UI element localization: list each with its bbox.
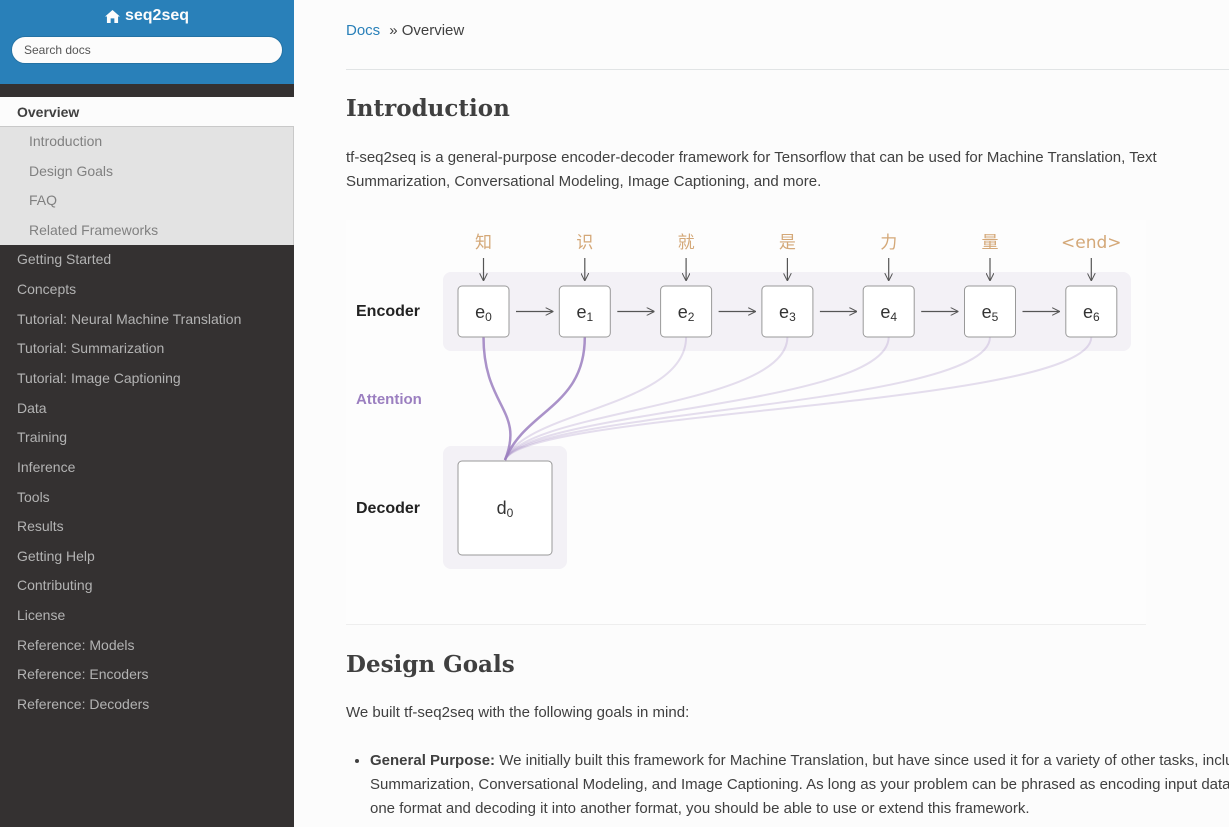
encoder-state-letter: e xyxy=(779,302,789,322)
encoder-state-subscript: 5 xyxy=(992,310,999,324)
encoder-state-subscript: 6 xyxy=(1093,310,1100,324)
input-token: <end> xyxy=(1061,233,1122,253)
sidebar: seq2seq Overview Introduction Design Goa… xyxy=(0,0,294,827)
home-icon xyxy=(105,9,120,23)
input-token: 力 xyxy=(880,233,897,253)
encoder-state-subscript: 1 xyxy=(586,310,593,324)
brand-link[interactable]: seq2seq xyxy=(105,6,189,26)
sidebar-item-license[interactable]: License xyxy=(0,601,294,631)
sidebar-item-overview[interactable]: Overview xyxy=(0,97,294,127)
header-divider xyxy=(346,69,1229,70)
sidebar-item-reference-encoders[interactable]: Reference: Encoders xyxy=(0,660,294,690)
sidebar-subitem-design-goals[interactable]: Design Goals xyxy=(0,157,293,187)
sidebar-item-tools[interactable]: Tools xyxy=(0,483,294,513)
sidebar-item-tutorial-image-captioning[interactable]: Tutorial: Image Captioning xyxy=(0,364,294,394)
encoder-state-letter: e xyxy=(1083,302,1093,322)
sidebar-subitem-related-frameworks[interactable]: Related Frameworks xyxy=(0,216,293,246)
main-content: Docs » Overview Introduction tf-seq2seq i… xyxy=(294,0,1229,827)
breadcrumb: Docs » Overview xyxy=(346,22,464,39)
sidebar-item-getting-help[interactable]: Getting Help xyxy=(0,542,294,572)
design-goals-heading: Design Goals xyxy=(346,651,515,678)
input-token: 量 xyxy=(982,233,999,253)
goal-text: We initially built this framework for Ma… xyxy=(370,752,1229,817)
attention-line xyxy=(482,336,512,461)
design-goals-list: General Purpose: We initially built this… xyxy=(346,749,1229,821)
decoder-label: Decoder xyxy=(356,500,420,517)
attention-line xyxy=(504,336,890,461)
encoder-state-subscript: 0 xyxy=(485,310,492,324)
encoder-state-subscript: 2 xyxy=(688,310,695,324)
sidebar-item-training[interactable]: Training xyxy=(0,423,294,453)
sidebar-item-reference-decoders[interactable]: Reference: Decoders xyxy=(0,690,294,720)
decoder-state-subscript: 0 xyxy=(507,506,514,520)
sidebar-main-list: Getting Started Concepts Tutorial: Neura… xyxy=(0,245,294,719)
sidebar-item-tutorial-summarization[interactable]: Tutorial: Summarization xyxy=(0,334,294,364)
input-token: 知 xyxy=(475,233,492,253)
input-token: 就 xyxy=(678,233,695,253)
sidebar-item-inference[interactable]: Inference xyxy=(0,453,294,483)
breadcrumb-docs-link[interactable]: Docs xyxy=(346,22,380,39)
encoder-state-letter: e xyxy=(982,302,992,322)
encoder-state-letter: e xyxy=(475,302,485,322)
sidebar-item-data[interactable]: Data xyxy=(0,394,294,424)
input-token: 是 xyxy=(779,233,796,253)
sidebar-nav: Overview Introduction Design Goals FAQ R… xyxy=(0,97,294,720)
encoder-state-subscript: 3 xyxy=(789,310,796,324)
encoder-label: Encoder xyxy=(356,303,420,320)
list-item: General Purpose: We initially built this… xyxy=(370,749,1229,821)
encoder-state-subscript: 4 xyxy=(890,310,897,324)
sidebar-subitem-faq[interactable]: FAQ xyxy=(0,186,293,216)
attention-line xyxy=(504,336,1093,461)
decoder-state-letter: d xyxy=(497,498,507,518)
introduction-paragraph: tf-seq2seq is a general-purpose encoder-… xyxy=(346,149,1157,190)
search-input[interactable] xyxy=(11,35,283,64)
input-token: 识 xyxy=(576,233,593,253)
seq2seq-diagram: Encoder Attention Decoder e0 e1 e2 e3 e4 e5 e6… xyxy=(346,220,1146,625)
sidebar-item-concepts[interactable]: Concepts xyxy=(0,275,294,305)
sidebar-item-contributing[interactable]: Contributing xyxy=(0,571,294,601)
sidebar-item-tutorial-nmt[interactable]: Tutorial: Neural Machine Translation xyxy=(0,305,294,335)
seq2seq-diagram-svg: Encoder Attention Decoder e0 e1 e2 e3 e4 e5 e6… xyxy=(356,233,1131,569)
sidebar-item-reference-models[interactable]: Reference: Models xyxy=(0,631,294,661)
sidebar-item-getting-started[interactable]: Getting Started xyxy=(0,245,294,275)
design-goals-intro: We built tf-seq2seq with the following g… xyxy=(346,704,690,721)
encoder-state-letter: e xyxy=(678,302,688,322)
breadcrumb-current: Overview xyxy=(401,22,465,39)
introduction-heading: Introduction xyxy=(346,95,510,122)
goal-label: General Purpose: xyxy=(370,752,496,769)
sidebar-subnav: Introduction Design Goals FAQ Related Fr… xyxy=(0,127,294,246)
sidebar-subitem-introduction[interactable]: Introduction xyxy=(0,127,293,157)
sidebar-header: seq2seq xyxy=(0,0,294,84)
sidebar-item-results[interactable]: Results xyxy=(0,512,294,542)
encoder-state-letter: e xyxy=(576,302,586,322)
brand-title: seq2seq xyxy=(124,7,190,24)
attention-label: Attention xyxy=(356,391,422,408)
encoder-state-letter: e xyxy=(880,302,890,322)
breadcrumb-separator: » xyxy=(389,22,398,39)
